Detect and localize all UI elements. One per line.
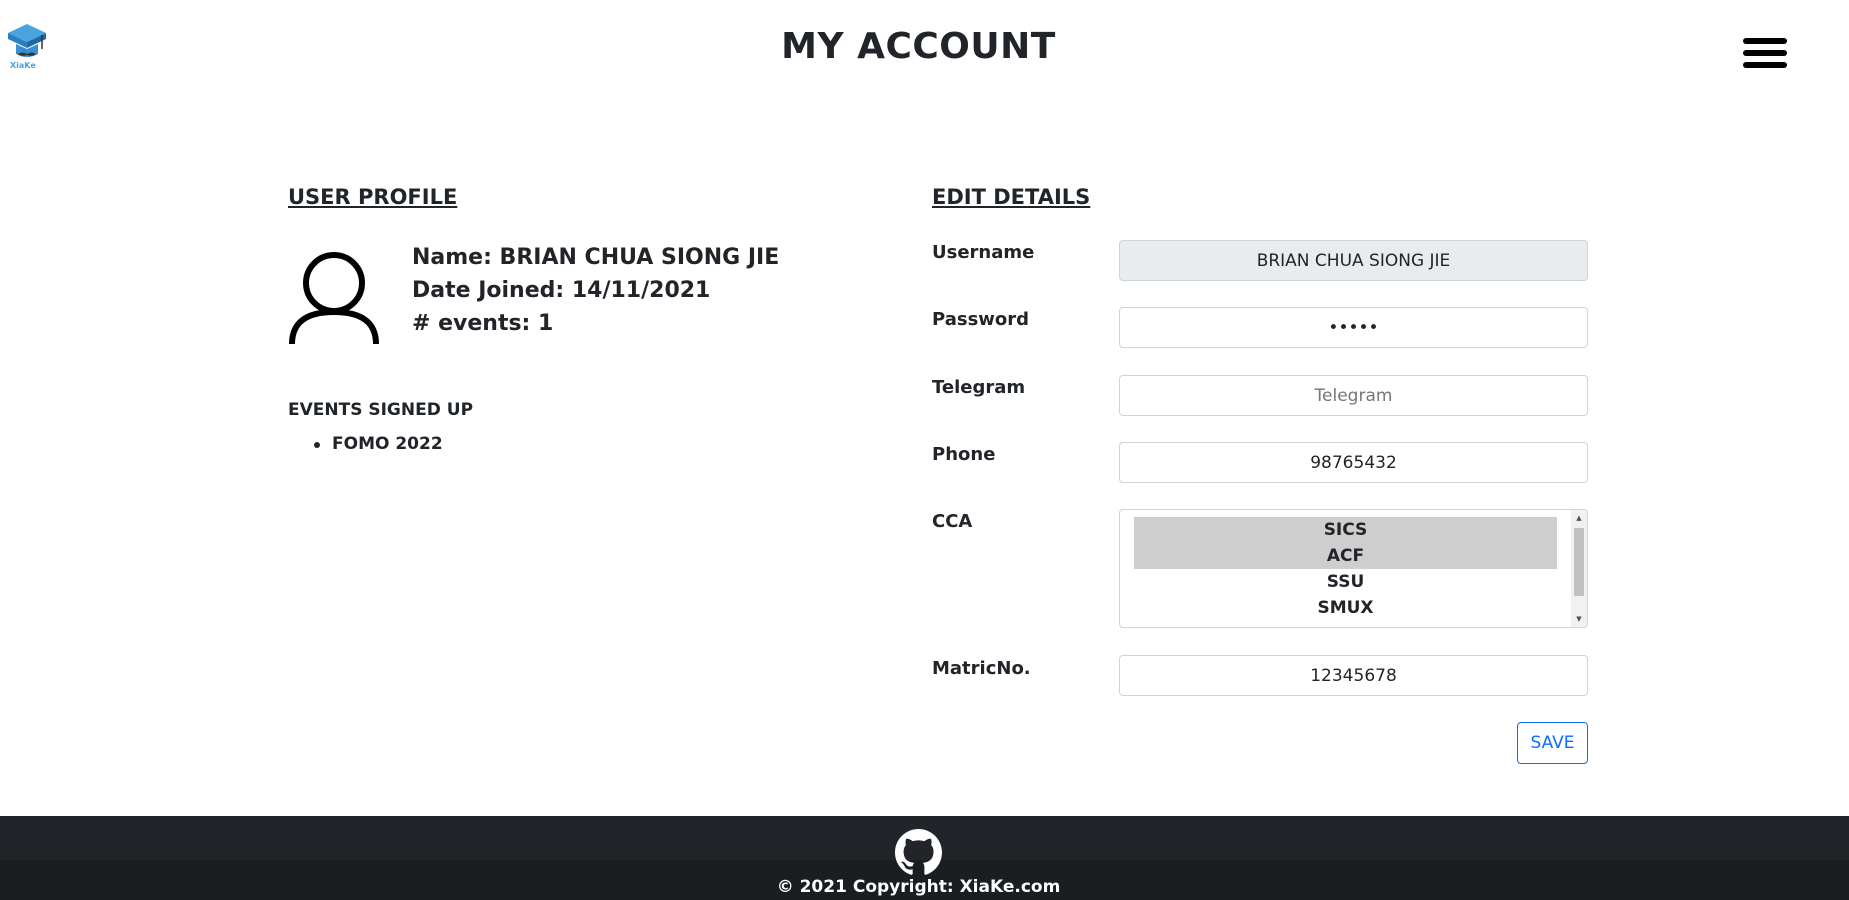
username-label: Username (932, 242, 1035, 263)
password-label: Password (932, 309, 1030, 330)
scroll-down-arrow-icon[interactable]: ▼ (1571, 612, 1587, 626)
page-title: MY ACCOUNT (781, 26, 1056, 67)
profile-name: Name: BRIAN CHUA SIONG JIE (412, 245, 780, 270)
cca-option[interactable]: SMUX (1134, 595, 1557, 621)
scroll-up-arrow-icon[interactable]: ▲ (1571, 511, 1587, 525)
cca-options: SICS ACF SSU SMUX (1134, 517, 1557, 621)
phone-label: Phone (932, 444, 996, 465)
phone-field[interactable] (1119, 442, 1588, 483)
cca-option[interactable]: SSU (1134, 569, 1557, 595)
matric-label: MatricNo. (932, 658, 1031, 679)
password-field[interactable] (1119, 307, 1588, 348)
event-item: FOMO 2022 (288, 432, 443, 456)
hamburger-menu-icon[interactable] (1743, 38, 1787, 72)
footer-copyright: © 2021 Copyright: XiaKe.com (776, 877, 1061, 897)
save-button[interactable]: SAVE (1517, 722, 1588, 764)
cca-option[interactable]: ACF (1134, 543, 1557, 569)
github-icon[interactable] (895, 829, 942, 876)
edit-details-heading: EDIT DETAILS (932, 185, 1091, 209)
user-profile-heading: USER PROFILE (288, 185, 458, 209)
profile-events-count: # events: 1 (412, 311, 554, 336)
scroll-thumb[interactable] (1574, 528, 1584, 596)
user-avatar-icon (288, 250, 380, 346)
events-list: FOMO 2022 (288, 432, 443, 456)
telegram-label: Telegram (932, 377, 1026, 398)
profile-details: Name: BRIAN CHUA SIONG JIE Date Joined: … (412, 241, 779, 340)
cca-label: CCA (932, 511, 973, 532)
events-signed-up-title: EVENTS SIGNED UP (288, 400, 474, 420)
telegram-field[interactable] (1119, 375, 1588, 416)
matric-field[interactable] (1119, 655, 1588, 696)
cca-multiselect[interactable]: SICS ACF SSU SMUX ▲ ▼ (1119, 509, 1588, 628)
username-field[interactable] (1119, 240, 1588, 281)
cca-scrollbar[interactable]: ▲ ▼ (1571, 510, 1587, 627)
cca-option[interactable]: SICS (1134, 517, 1557, 543)
profile-date-joined: Date Joined: 14/11/2021 (412, 278, 711, 303)
